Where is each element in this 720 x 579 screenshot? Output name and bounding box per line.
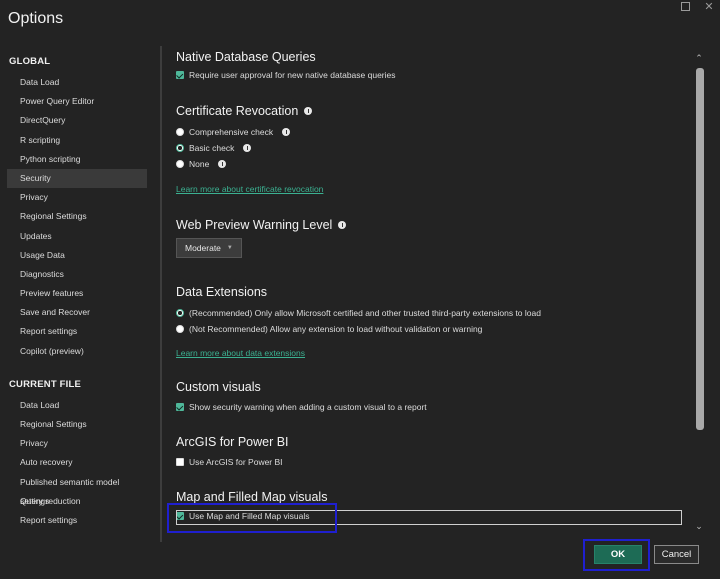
- annotation-highlight-box: [583, 539, 650, 571]
- option-label: (Not Recommended) Allow any extension to…: [189, 324, 483, 334]
- radio-button[interactable]: [176, 160, 184, 168]
- section-title: Native Database Queries: [176, 50, 316, 64]
- sidebar-item-data-load[interactable]: Data Load: [7, 73, 147, 92]
- warning-level-dropdown[interactable]: Moderate ▼: [176, 238, 242, 258]
- section-title: Web Preview Warning Level: [176, 218, 333, 232]
- sidebar-item-power-query-editor[interactable]: Power Query Editor: [7, 92, 147, 111]
- option-label: Require user approval for new native dat…: [189, 70, 396, 80]
- sidebar-item-report-settings[interactable]: Report settings: [7, 322, 147, 341]
- vertical-scrollbar[interactable]: ⌃ ⌄: [692, 52, 706, 532]
- radio-basic-check[interactable]: Basic check: [176, 140, 686, 156]
- radio-none[interactable]: None: [176, 156, 686, 172]
- sidebar-item-current-file-data-load[interactable]: Data Load: [7, 396, 147, 415]
- security-settings-panel: Native Database Queries Require user app…: [176, 46, 686, 536]
- sidebar-item-r-scripting[interactable]: R scripting: [7, 131, 147, 150]
- sidebar-section-global: GLOBAL: [9, 56, 51, 67]
- section-title-row: Certificate Revocation: [176, 104, 686, 118]
- radio-button[interactable]: [176, 325, 184, 333]
- section-native-database-queries: Native Database Queries Require user app…: [176, 50, 686, 83]
- section-data-extensions: Data Extensions (Recommended) Only allow…: [176, 285, 686, 361]
- section-arcgis: ArcGIS for Power BI Use ArcGIS for Power…: [176, 435, 686, 470]
- section-title: Map and Filled Map visuals: [176, 490, 328, 504]
- sidebar-item-preview-features[interactable]: Preview features: [7, 284, 147, 303]
- sidebar-item-security[interactable]: Security: [7, 168, 147, 189]
- section-title: Custom visuals: [176, 380, 261, 394]
- chevron-down-icon[interactable]: ⌄: [692, 520, 706, 532]
- native-db-approval-checkbox[interactable]: [176, 71, 184, 79]
- sidebar-item-current-file-query-reduction[interactable]: Query reduction: [7, 492, 147, 511]
- data-extensions-learn-more-link[interactable]: Learn more about data extensions: [176, 348, 305, 358]
- sidebar-item-save-and-recover[interactable]: Save and Recover: [7, 303, 147, 322]
- sidebar-item-directquery[interactable]: DirectQuery: [7, 111, 147, 130]
- sidebar-item-updates[interactable]: Updates: [7, 227, 147, 246]
- option-label: Use ArcGIS for Power BI: [189, 457, 283, 467]
- native-db-approval-option[interactable]: Require user approval for new native dat…: [176, 67, 686, 83]
- sidebar-item-regional-settings[interactable]: Regional Settings: [7, 207, 147, 226]
- chevron-down-icon: ▼: [226, 245, 233, 251]
- sidebar-item-usage-data[interactable]: Usage Data: [7, 246, 147, 265]
- chevron-up-icon[interactable]: ⌃: [692, 52, 706, 64]
- section-title: Data Extensions: [176, 285, 268, 299]
- sidebar-item-current-file-privacy[interactable]: Privacy: [7, 434, 147, 453]
- sidebar-item-diagnostics[interactable]: Diagnostics: [7, 265, 147, 284]
- sidebar-divider: [160, 46, 162, 542]
- option-label: (Recommended) Only allow Microsoft certi…: [189, 308, 541, 318]
- section-certificate-revocation: Certificate Revocation Comprehensive che…: [176, 104, 686, 197]
- section-custom-visuals: Custom visuals Show security warning whe…: [176, 380, 686, 415]
- arcgis-checkbox[interactable]: [176, 458, 184, 466]
- sidebar-item-current-file-published-semantic-model-settings[interactable]: Published semantic model settings: [7, 473, 147, 506]
- info-icon[interactable]: [282, 128, 291, 136]
- scroll-thumb[interactable]: [696, 68, 704, 430]
- sidebar-item-current-file-auto-recovery[interactable]: Auto recovery: [7, 453, 147, 472]
- radio-button[interactable]: [176, 128, 184, 136]
- annotation-highlight-box: [167, 503, 337, 533]
- section-title: ArcGIS for Power BI: [176, 435, 289, 449]
- info-icon[interactable]: [338, 221, 347, 229]
- info-icon[interactable]: [304, 107, 313, 115]
- sidebar-item-python-scripting[interactable]: Python scripting: [7, 150, 147, 169]
- sidebar-item-current-file-report-settings[interactable]: Report settings: [7, 511, 147, 530]
- radio-button[interactable]: [176, 309, 184, 317]
- option-label: Show security warning when adding a cust…: [189, 402, 427, 412]
- dialog-title: Options: [8, 10, 64, 27]
- radio-not-recommended-extensions[interactable]: (Not Recommended) Allow any extension to…: [176, 321, 686, 337]
- section-title-row: Web Preview Warning Level: [176, 218, 686, 232]
- window-controls: ✕: [680, 0, 714, 13]
- custom-visual-warning-option[interactable]: Show security warning when adding a cust…: [176, 399, 686, 415]
- custom-visual-warning-checkbox[interactable]: [176, 403, 184, 411]
- option-label: Comprehensive check: [189, 127, 274, 137]
- dropdown-value: Moderate: [185, 243, 221, 253]
- info-icon[interactable]: [218, 160, 227, 168]
- sidebar-item-current-file-regional-settings[interactable]: Regional Settings: [7, 415, 147, 434]
- close-icon[interactable]: ✕: [704, 0, 714, 13]
- option-label: None: [189, 159, 210, 169]
- radio-comprehensive-check[interactable]: Comprehensive check: [176, 124, 686, 140]
- arcgis-option[interactable]: Use ArcGIS for Power BI: [176, 454, 686, 470]
- sidebar-nav: GLOBAL Data Load Power Query Editor Direct…: [0, 50, 158, 530]
- option-label: Basic check: [189, 143, 235, 153]
- cancel-button[interactable]: Cancel: [654, 545, 699, 564]
- cert-revocation-learn-more-link[interactable]: Learn more about certificate revocation: [176, 184, 323, 194]
- section-web-preview-warning: Web Preview Warning Level Moderate ▼: [176, 218, 686, 258]
- info-icon[interactable]: [243, 144, 252, 152]
- sidebar-item-copilot-preview[interactable]: Copilot (preview): [7, 342, 147, 361]
- section-title: Certificate Revocation: [176, 104, 299, 118]
- maximize-icon[interactable]: [680, 0, 690, 12]
- radio-recommended-extensions[interactable]: (Recommended) Only allow Microsoft certi…: [176, 305, 686, 321]
- sidebar-item-privacy[interactable]: Privacy: [7, 188, 147, 207]
- radio-button[interactable]: [176, 144, 184, 152]
- sidebar-section-current-file: CURRENT FILE: [9, 378, 82, 390]
